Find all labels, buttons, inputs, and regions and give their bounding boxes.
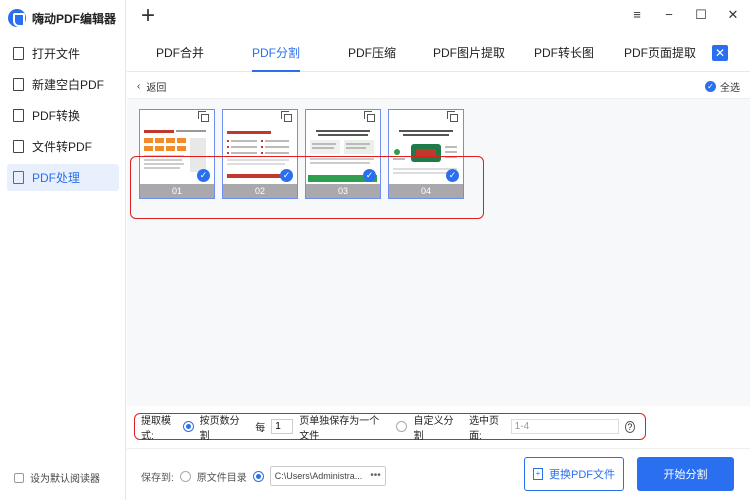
change-pdf-button[interactable]: + 更换PDF文件 [524,457,624,491]
page-number: 01 [140,184,214,198]
new-tab-plus-icon[interactable]: + [141,4,155,28]
source-dir-label: 原文件目录 [196,472,247,484]
add-file-icon: + [533,468,543,480]
maximize-icon[interactable]: ☐ [694,8,708,22]
tab-pdf-page-extract[interactable]: PDF页面提取 [624,34,696,72]
browse-more-icon[interactable]: ••• [370,467,381,485]
sidebar-item-pdf-process[interactable]: PDF处理 [7,164,119,191]
copy-icon[interactable] [198,111,209,122]
tab-pdf-merge[interactable]: PDF合并 [156,34,204,72]
menu-icon[interactable]: ≡ [630,8,644,22]
by-page-radio[interactable] [182,421,194,432]
start-split-button[interactable]: 开始分割 [637,457,734,491]
minimize-icon[interactable]: − [662,8,676,22]
every-label: 每 [255,423,266,434]
page-card[interactable]: ✓ 02 [222,109,298,199]
page-selected-check-icon[interactable]: ✓ [280,169,293,182]
close-tool-icon[interactable]: ✕ [712,45,728,61]
custom-dir-radio[interactable] [252,470,264,482]
default-reader-checkbox[interactable] [14,472,24,483]
save-location: 保存到: 原文件目录 C:\Users\Administra... ••• [141,466,386,486]
sidebar: 嗨动PDF编辑器 打开文件 新建空白PDF PDF转换 文件转PDF PDF处理… [0,0,126,500]
sidebar-item-pdf-convert[interactable]: PDF转换 [7,102,119,129]
bottom-bar: 保存到: 原文件目录 C:\Users\Administra... ••• + … [127,448,750,500]
tab-pdf-to-long-image[interactable]: PDF转长图 [534,34,594,72]
pdf-convert-icon [13,109,24,122]
page-card[interactable]: ✓ 01 [139,109,215,199]
app-logo-icon [8,9,26,27]
output-path-field[interactable]: C:\Users\Administra... ••• [269,466,386,486]
copy-icon[interactable] [364,111,375,122]
selected-pages-input[interactable] [510,419,619,434]
save-to-label: 保存到: [141,472,174,484]
selected-pages-label: 选中页面: [469,415,500,442]
sidebar-item-label: PDF转换 [32,109,81,123]
pdf-process-icon [13,171,24,184]
tool-tabs: PDF合并 PDF分割 PDF压缩 PDF图片提取 PDF转长图 PDF页面提取… [127,34,750,72]
sub-header: ‹ 返回 ✓ 全选 [127,73,750,99]
custom-split-radio[interactable] [396,421,408,432]
output-path-text: C:\Users\Administra... [274,471,363,481]
copy-icon[interactable] [281,111,292,122]
page-selected-check-icon[interactable]: ✓ [197,169,210,182]
sidebar-item-label: 打开文件 [32,47,81,61]
by-page-label: 按页数分割 [199,415,240,442]
window-controls: ≡ − ☐ ✕ [630,8,740,22]
page-card[interactable]: ✓ 04 [388,109,464,199]
default-reader-label: 设为默认阅读器 [30,474,100,485]
page-number: 02 [223,184,297,198]
page-selected-check-icon[interactable]: ✓ [363,169,376,182]
sidebar-item-file-to-pdf[interactable]: 文件转PDF [7,133,119,160]
page-number: 04 [389,184,463,198]
app-brand: 嗨动PDF编辑器 [8,8,116,28]
source-dir-radio[interactable] [179,470,191,482]
back-button[interactable]: ‹ 返回 [137,79,166,94]
app-title: 嗨动PDF编辑器 [32,11,117,26]
page-thumbnails: ✓ 01 ✓ 02 ✓ 03 ✓ 04 [139,109,464,199]
sidebar-item-label: 文件转PDF [32,140,93,154]
custom-split-label: 自定义分割 [413,415,454,442]
sidebar-item-label: PDF处理 [32,171,81,185]
tab-pdf-split[interactable]: PDF分割 [252,34,301,72]
back-label: 返回 [146,83,167,94]
image-file-icon [13,78,24,91]
folder-icon [13,47,24,60]
default-reader-option[interactable]: 设为默认阅读器 [14,470,100,485]
sidebar-item-label: 新建空白PDF [32,78,105,92]
page-card[interactable]: ✓ 03 [305,109,381,199]
sidebar-item-open-file[interactable]: 打开文件 [7,40,119,67]
pages-per-file-input[interactable] [271,419,294,434]
tab-pdf-compress[interactable]: PDF压缩 [348,34,396,72]
chevron-left-icon: ‹ [137,81,141,92]
copy-icon[interactable] [447,111,458,122]
mode-label: 提取模式: [141,415,171,442]
select-all-toggle[interactable]: ✓ 全选 [705,79,740,94]
close-icon[interactable]: ✕ [726,8,740,22]
page-number: 03 [306,184,380,198]
page-selected-check-icon[interactable]: ✓ [446,169,459,182]
sidebar-nav: 打开文件 新建空白PDF PDF转换 文件转PDF PDF处理 [7,40,119,195]
help-icon[interactable]: ? [624,420,635,433]
tab-pdf-image-extract[interactable]: PDF图片提取 [433,34,505,72]
file-to-pdf-icon [13,140,24,153]
check-circle-icon: ✓ [705,81,716,92]
split-options: 提取模式: 按页数分割 每 页单独保存为一个文件 自定义分割 选中页面: ? [134,413,646,442]
title-bar: + ≡ − ☐ ✕ [127,0,750,34]
select-all-label: 全选 [720,83,740,94]
change-pdf-label: 更换PDF文件 [549,469,615,481]
sidebar-item-new-blank-pdf[interactable]: 新建空白PDF [7,71,119,98]
save-per-file-label: 页单独保存为一个文件 [299,415,380,442]
page-canvas: ✓ 01 ✓ 02 ✓ 03 ✓ 04 [127,99,750,406]
